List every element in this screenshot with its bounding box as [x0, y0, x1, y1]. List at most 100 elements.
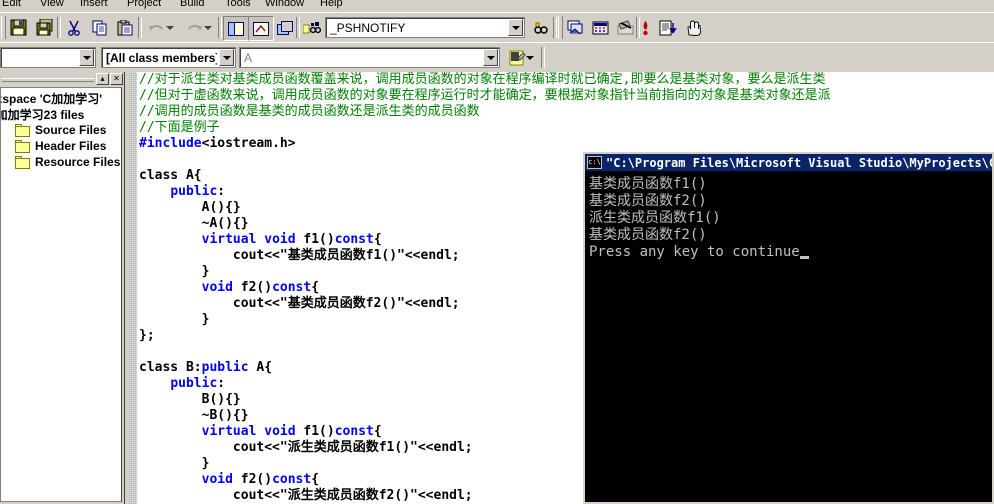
menu-item-help[interactable]: Help [320, 0, 343, 9]
console-icon: c:\ [587, 156, 602, 169]
find-what-value[interactable]: _PSHNOTIFY [330, 19, 506, 38]
code-line: void f2()const{ [201, 280, 320, 295]
console-output-line: 派生类成员函数f1() [589, 210, 721, 226]
go-icon[interactable] [656, 16, 680, 39]
redo-dropdown-arrow-icon[interactable] [202, 16, 214, 39]
code-line: class A{ [139, 168, 202, 183]
tree-item-label: rkspace 'C加加学习' [0, 91, 103, 106]
tree-root-item[interactable]: rkspace 'C加加学习' [0, 90, 103, 106]
wizardbar-separator [541, 47, 545, 68]
class-combo-dropdown-arrow-icon[interactable] [79, 49, 94, 66]
folder-icon [15, 123, 31, 137]
copy-icon[interactable] [88, 16, 112, 39]
code-line: virtual void f1()const{ [201, 424, 382, 439]
code-line: class B:public A{ [139, 360, 273, 375]
code-line: } [201, 456, 210, 471]
filter-combo[interactable]: A [239, 47, 500, 68]
find-what-dropdown-arrow-icon[interactable] [508, 19, 523, 36]
workspace-window-icon[interactable] [223, 16, 249, 41]
tree-item-label: Resource Files [35, 155, 121, 169]
code-line: //调用的成员函数是基类的成员函数还是派生类的成员函数 [139, 104, 480, 119]
menu-item-tools[interactable]: Tools [225, 0, 251, 9]
members-combo[interactable]: [All class members] [101, 47, 236, 68]
menu-bar: Edit View Insert Project Build Tools Window Hel… [0, 0, 994, 12]
pause-hand-icon[interactable] [681, 16, 705, 39]
menu-item-view[interactable]: View [40, 0, 64, 9]
tree-folder-item[interactable]: Header Files [15, 138, 106, 154]
tree-root-item[interactable]: C加加学习23 files [1, 106, 85, 122]
code-line: cout<<"基类成员函数f2()"<<endl; [232, 296, 460, 311]
code-line: cout<<"基类成员函数f1()"<<endl; [232, 248, 460, 263]
output-window-icon[interactable] [248, 16, 274, 41]
code-line: A(){} [201, 200, 241, 215]
code-line: public: [170, 184, 226, 199]
toolbar-separator-3 [218, 17, 222, 38]
tree-folder-item[interactable]: Resource Files [15, 154, 120, 170]
toolbar-separator-5 [553, 17, 557, 38]
console-cursor [799, 256, 809, 259]
code-line: B(){} [201, 392, 241, 407]
console-output-line: 基类成员函数f2() [589, 227, 707, 243]
code-line: void f2()const{ [201, 472, 320, 487]
tree-folder-item[interactable]: Source Files [15, 122, 106, 138]
folder-icon [15, 139, 31, 153]
window-list-icon[interactable] [273, 16, 297, 39]
folder-icon [15, 155, 31, 169]
code-line: ~B(){} [201, 408, 249, 423]
code-line: //对于派生类对基类成员函数覆盖来说，调用成员函数的对象在程序编译时就已确定,即… [139, 72, 826, 87]
menu-item-edit[interactable]: Edit [2, 0, 21, 9]
undo-dropdown-arrow-icon[interactable] [164, 16, 176, 39]
code-line: #include<iostream.h> [139, 136, 296, 151]
console-output-line: 基类成员函数f1() [589, 176, 707, 192]
members-combo-value[interactable]: [All class members] [106, 49, 217, 68]
filter-combo-value[interactable]: A [244, 49, 481, 68]
find-what-combo[interactable]: _PSHNOTIFY [325, 17, 525, 38]
console-title-bar[interactable]: c:\ "C:\Program Files\Microsoft Visual S… [585, 154, 992, 171]
build-toolbar-gripper[interactable] [558, 16, 563, 39]
console-title-text: "C:\Program Files\Microsoft Visual Studi… [606, 156, 992, 170]
compile-icon[interactable] [564, 16, 588, 39]
code-line: public: [170, 376, 226, 391]
console-window[interactable]: c:\ "C:\Program Files\Microsoft Visual S… [583, 152, 994, 504]
tree-item-label: Header Files [35, 139, 107, 153]
insert-breakpoint-icon[interactable] [638, 16, 652, 39]
code-line: }; [139, 328, 155, 343]
menu-item-build[interactable]: Build [180, 0, 204, 9]
code-line: ~A(){} [201, 216, 249, 231]
toolbar-separator-2 [138, 17, 142, 38]
members-combo-dropdown-arrow-icon[interactable] [219, 49, 234, 66]
toolbar-separator [57, 17, 61, 38]
find-in-files-icon[interactable] [300, 16, 324, 39]
code-line: cout<<"派生类成员函数f1()"<<endl; [232, 440, 473, 455]
menu-item-insert[interactable]: Insert [80, 0, 108, 9]
build-icon[interactable] [589, 16, 613, 39]
code-line: //但对于虚函数来说，调用成员函数的对象要在程序运行时才能确定，要根据对象指针当… [139, 88, 831, 103]
workspace-tree[interactable]: rkspace 'C加加学习'C加加学习23 filesSource Files… [0, 87, 122, 502]
cut-icon[interactable] [62, 16, 86, 39]
code-line: virtual void f1()const{ [201, 232, 382, 247]
console-output: 基类成员函数f1() 基类成员函数f2() 派生类成员函数f1() 基类成员函数f2(… [585, 171, 992, 502]
code-line: cout<<"派生类成员函数f2()"<<endl; [232, 488, 473, 503]
standard-toolbar: _PSHNOTIFY [0, 12, 994, 43]
workspace-close-button[interactable]: ✕ [110, 73, 123, 85]
console-prompt-line: Press any key to continue [589, 244, 992, 261]
vc6-main-window: Edit View Insert Project Build Tools Window Hel… [0, 0, 994, 504]
class-combo[interactable] [0, 47, 96, 68]
class-combo-value[interactable] [5, 49, 77, 68]
console-output-line: 基类成员函数f2() [589, 193, 707, 209]
save-icon[interactable] [6, 16, 30, 39]
filter-combo-dropdown-arrow-icon[interactable] [483, 49, 498, 66]
wizard-bar-toolbar: [All class members] A [0, 42, 994, 73]
paste-icon[interactable] [113, 16, 137, 39]
workspace-caption: ▴ ✕ [0, 72, 124, 87]
wizardbar-dropdown-arrow-icon[interactable] [524, 46, 536, 69]
menu-item-window[interactable]: Window [265, 0, 304, 9]
tree-item-label: C加加学习23 files [1, 107, 85, 122]
find-binoculars-icon[interactable] [528, 16, 552, 39]
code-line: } [201, 264, 210, 279]
stop-build-icon[interactable] [614, 16, 638, 39]
save-all-icon[interactable] [32, 16, 56, 39]
editor-selection-margin[interactable] [129, 72, 137, 504]
menu-item-project[interactable]: Project [127, 0, 161, 9]
workspace-minimize-button[interactable]: ▴ [96, 73, 109, 85]
